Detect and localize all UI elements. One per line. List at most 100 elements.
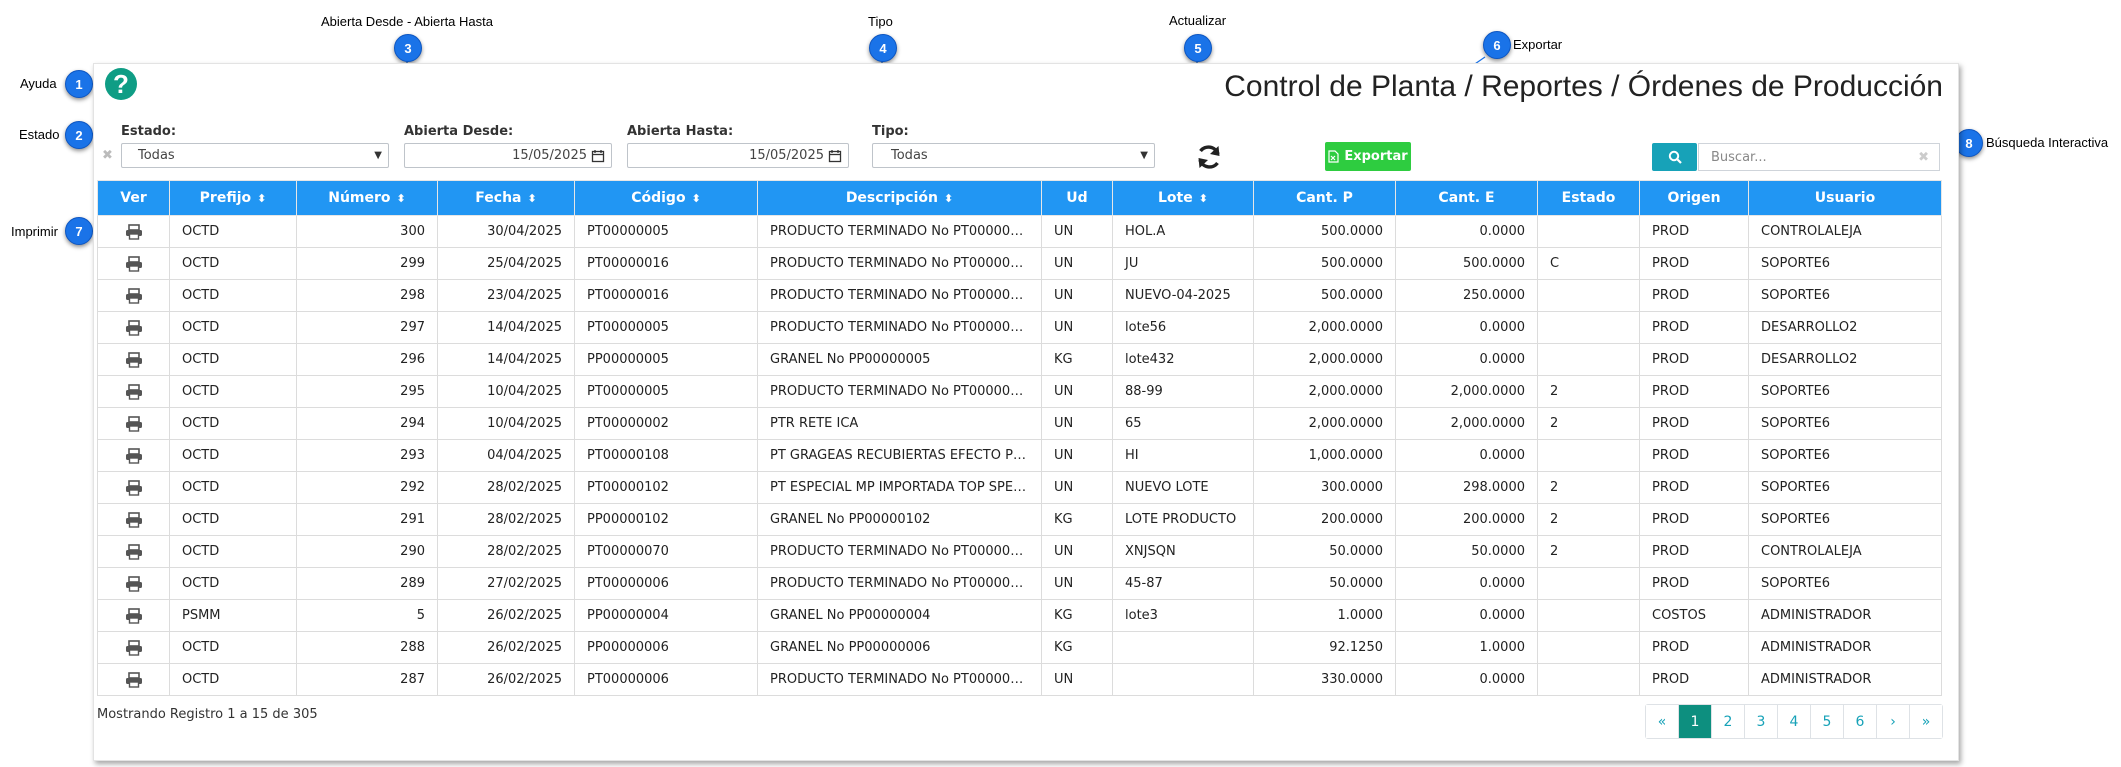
sort-icon[interactable]: ⬍ (528, 192, 537, 205)
table-cell: 500.0000 (1253, 215, 1396, 248)
print-icon[interactable] (125, 479, 143, 496)
table-cell: OCTD (169, 663, 297, 696)
table-cell: NUEVO LOTE (1112, 471, 1254, 504)
table-cell: C (1537, 247, 1640, 280)
table-cell (1537, 215, 1640, 248)
table-cell: PROD (1639, 471, 1749, 504)
column-header[interactable]: Código ⬍ (574, 180, 758, 216)
table-cell: 300 (296, 215, 438, 248)
print-icon[interactable] (125, 351, 143, 368)
table-cell: DESARROLLO2 (1748, 343, 1942, 376)
print-icon[interactable] (125, 511, 143, 528)
sort-icon[interactable]: ⬍ (692, 192, 701, 205)
search-clear-icon[interactable]: ✖ (1918, 150, 1929, 165)
print-icon[interactable] (125, 383, 143, 400)
table-cell: 2,000.0000 (1253, 407, 1396, 440)
column-header[interactable]: Lote ⬍ (1112, 180, 1254, 216)
sort-icon[interactable]: ⬍ (397, 192, 406, 205)
print-icon[interactable] (125, 575, 143, 592)
page-link[interactable]: « (1646, 705, 1679, 738)
table-cell: CONTROLALEJA (1748, 535, 1942, 568)
column-header: Cant. E (1395, 180, 1538, 216)
table-cell: 298 (296, 279, 438, 312)
table-cell: PT GRAGEAS RECUBIERTAS EFECTO PRO... (757, 439, 1042, 472)
table-cell: 250.0000 (1395, 279, 1538, 312)
calendar-icon[interactable] (828, 149, 842, 163)
table-row: OCTD 295 10/04/2025 PT00000005 PRODUCTO TERM… (97, 375, 1942, 408)
estado-select[interactable]: Todas ▼ (121, 143, 389, 168)
pagination: «1 2 3 4 5 6 ›» (1645, 704, 1943, 739)
print-icon[interactable] (125, 447, 143, 464)
page-link[interactable]: » (1910, 705, 1942, 738)
sort-icon[interactable]: ⬍ (1199, 192, 1208, 205)
table-cell (1537, 343, 1640, 376)
table-cell: lote432 (1112, 343, 1254, 376)
table-cell: UN (1041, 567, 1113, 600)
print-icon[interactable] (125, 255, 143, 272)
abierta-hasta-value: 15/05/2025 (749, 148, 824, 163)
table-cell: SOPORTE6 (1748, 471, 1942, 504)
column-header[interactable]: Fecha ⬍ (437, 180, 575, 216)
print-icon[interactable] (125, 671, 143, 688)
tipo-select[interactable]: Todas ▼ (872, 143, 1155, 168)
table-cell: OCTD (169, 439, 297, 472)
print-icon[interactable] (125, 287, 143, 304)
print-icon[interactable] (125, 543, 143, 560)
page-link[interactable]: 1 (1679, 705, 1712, 738)
print-icon[interactable] (125, 607, 143, 624)
table-cell: 10/04/2025 (437, 407, 575, 440)
print-cell (97, 343, 170, 376)
table-cell: PSMM (169, 599, 297, 632)
table-cell: OCTD (169, 215, 297, 248)
page-link[interactable]: 2 (1712, 705, 1745, 738)
table-cell: 14/04/2025 (437, 311, 575, 344)
table-cell: 14/04/2025 (437, 343, 575, 376)
table-cell: PROD (1639, 375, 1749, 408)
abierta-hasta-input[interactable]: 15/05/2025 (627, 143, 849, 168)
annotation-busqueda-label: Búsqueda Interactiva (1986, 135, 2109, 150)
search-button[interactable] (1652, 143, 1697, 171)
export-label: Exportar (1344, 149, 1408, 164)
table-row: PSMM 5 26/02/2025 PP00000004 GRANEL No PP000… (97, 599, 1942, 632)
export-button[interactable]: Exportar (1325, 142, 1411, 171)
page-link[interactable]: › (1877, 705, 1910, 738)
column-header[interactable]: Prefijo ⬍ (169, 180, 297, 216)
page-link[interactable]: 6 (1844, 705, 1877, 738)
table-cell (1537, 439, 1640, 472)
table-cell: 2 (1537, 503, 1640, 536)
estado-clear-icon[interactable]: ✖ (102, 148, 113, 163)
print-icon[interactable] (125, 223, 143, 240)
table-cell: UN (1041, 247, 1113, 280)
page-link[interactable]: 3 (1745, 705, 1778, 738)
column-header-label: Prefijo (199, 190, 252, 206)
table-cell: GRANEL No PP00000005 (757, 343, 1042, 376)
records-summary: Mostrando Registro 1 a 15 de 305 (97, 707, 318, 722)
print-cell (97, 439, 170, 472)
column-header[interactable]: Número ⬍ (296, 180, 438, 216)
abierta-desde-input[interactable]: 15/05/2025 (404, 143, 612, 168)
annotation-badge-5: 5 (1184, 34, 1212, 62)
table-cell: UN (1041, 215, 1113, 248)
sort-icon[interactable]: ⬍ (257, 192, 266, 205)
table-cell: PP00000004 (574, 599, 758, 632)
table-cell: PT00000005 (574, 215, 758, 248)
calendar-icon[interactable] (591, 149, 605, 163)
search-input[interactable]: Buscar... ✖ (1698, 143, 1940, 171)
column-header-label: Origen (1667, 190, 1721, 206)
page-link[interactable]: 5 (1811, 705, 1844, 738)
print-cell (97, 407, 170, 440)
print-cell (97, 247, 170, 280)
print-icon[interactable] (125, 415, 143, 432)
sort-icon[interactable]: ⬍ (944, 192, 953, 205)
page-title: Control de Planta / Reportes / Órdenes d… (1224, 70, 1943, 103)
table-cell: 10/04/2025 (437, 375, 575, 408)
column-header[interactable]: Descripción ⬍ (757, 180, 1042, 216)
annotation-badge-1: 1 (65, 70, 93, 98)
table-cell: PRODUCTO TERMINADO No PT00000005 (757, 215, 1042, 248)
page-link[interactable]: 4 (1778, 705, 1811, 738)
refresh-icon[interactable] (1194, 142, 1224, 172)
print-icon[interactable] (125, 319, 143, 336)
print-icon[interactable] (125, 639, 143, 656)
table-body: OCTD 300 30/04/2025 PT00000005 PRODUCTO TERM… (97, 215, 1942, 696)
help-icon[interactable]: ? (105, 68, 137, 100)
